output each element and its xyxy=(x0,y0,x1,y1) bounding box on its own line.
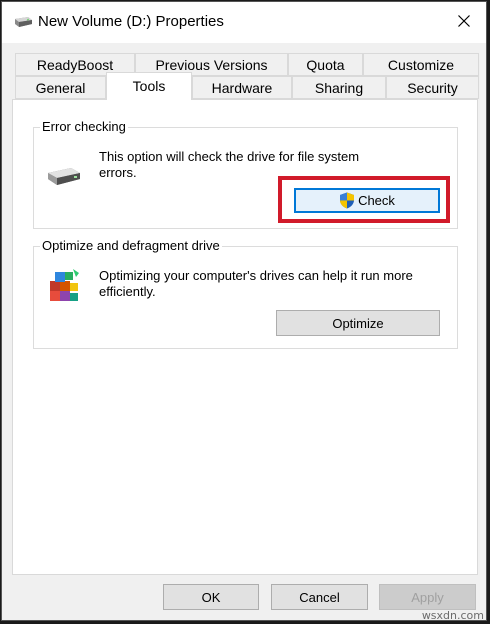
tab-sharing[interactable]: Sharing xyxy=(292,76,386,99)
apply-button[interactable]: Apply xyxy=(379,584,476,610)
tab-security[interactable]: Security xyxy=(386,76,479,99)
check-button[interactable]: Check xyxy=(294,188,440,213)
close-button[interactable] xyxy=(442,2,486,43)
tab-hardware[interactable]: Hardware xyxy=(192,76,292,99)
tab-general[interactable]: General xyxy=(15,76,106,99)
optimize-group: Optimize and defragment drive Optimizing… xyxy=(33,238,458,349)
ok-button[interactable]: OK xyxy=(163,584,259,610)
error-checking-title: Error checking xyxy=(40,119,128,134)
optimize-description: Optimizing your computer's drives can he… xyxy=(99,268,413,299)
properties-dialog: New Volume (D:) Properties ReadyBoost Pr… xyxy=(1,1,487,621)
tab-customize[interactable]: Customize xyxy=(363,53,479,76)
window-title: New Volume (D:) Properties xyxy=(38,13,224,30)
tab-quota[interactable]: Quota xyxy=(288,53,363,76)
error-checking-group: Error checking This option will check th… xyxy=(33,119,458,229)
tools-panel: Error checking This option will check th… xyxy=(12,99,478,575)
optimize-button[interactable]: Optimize xyxy=(276,310,440,336)
error-checking-description: This option will check the drive for fil… xyxy=(99,149,360,180)
title-bar: New Volume (D:) Properties xyxy=(2,2,486,43)
watermark: wsxdn.com xyxy=(421,609,484,622)
check-button-label: Check xyxy=(358,193,395,208)
tab-tools[interactable]: Tools xyxy=(106,72,192,100)
drive-icon xyxy=(47,166,81,191)
defrag-icon xyxy=(46,267,84,310)
drive-icon xyxy=(13,16,33,31)
optimize-title: Optimize and defragment drive xyxy=(40,238,222,253)
uac-shield-icon xyxy=(339,192,355,209)
close-icon xyxy=(458,15,470,30)
cancel-button[interactable]: Cancel xyxy=(271,584,368,610)
